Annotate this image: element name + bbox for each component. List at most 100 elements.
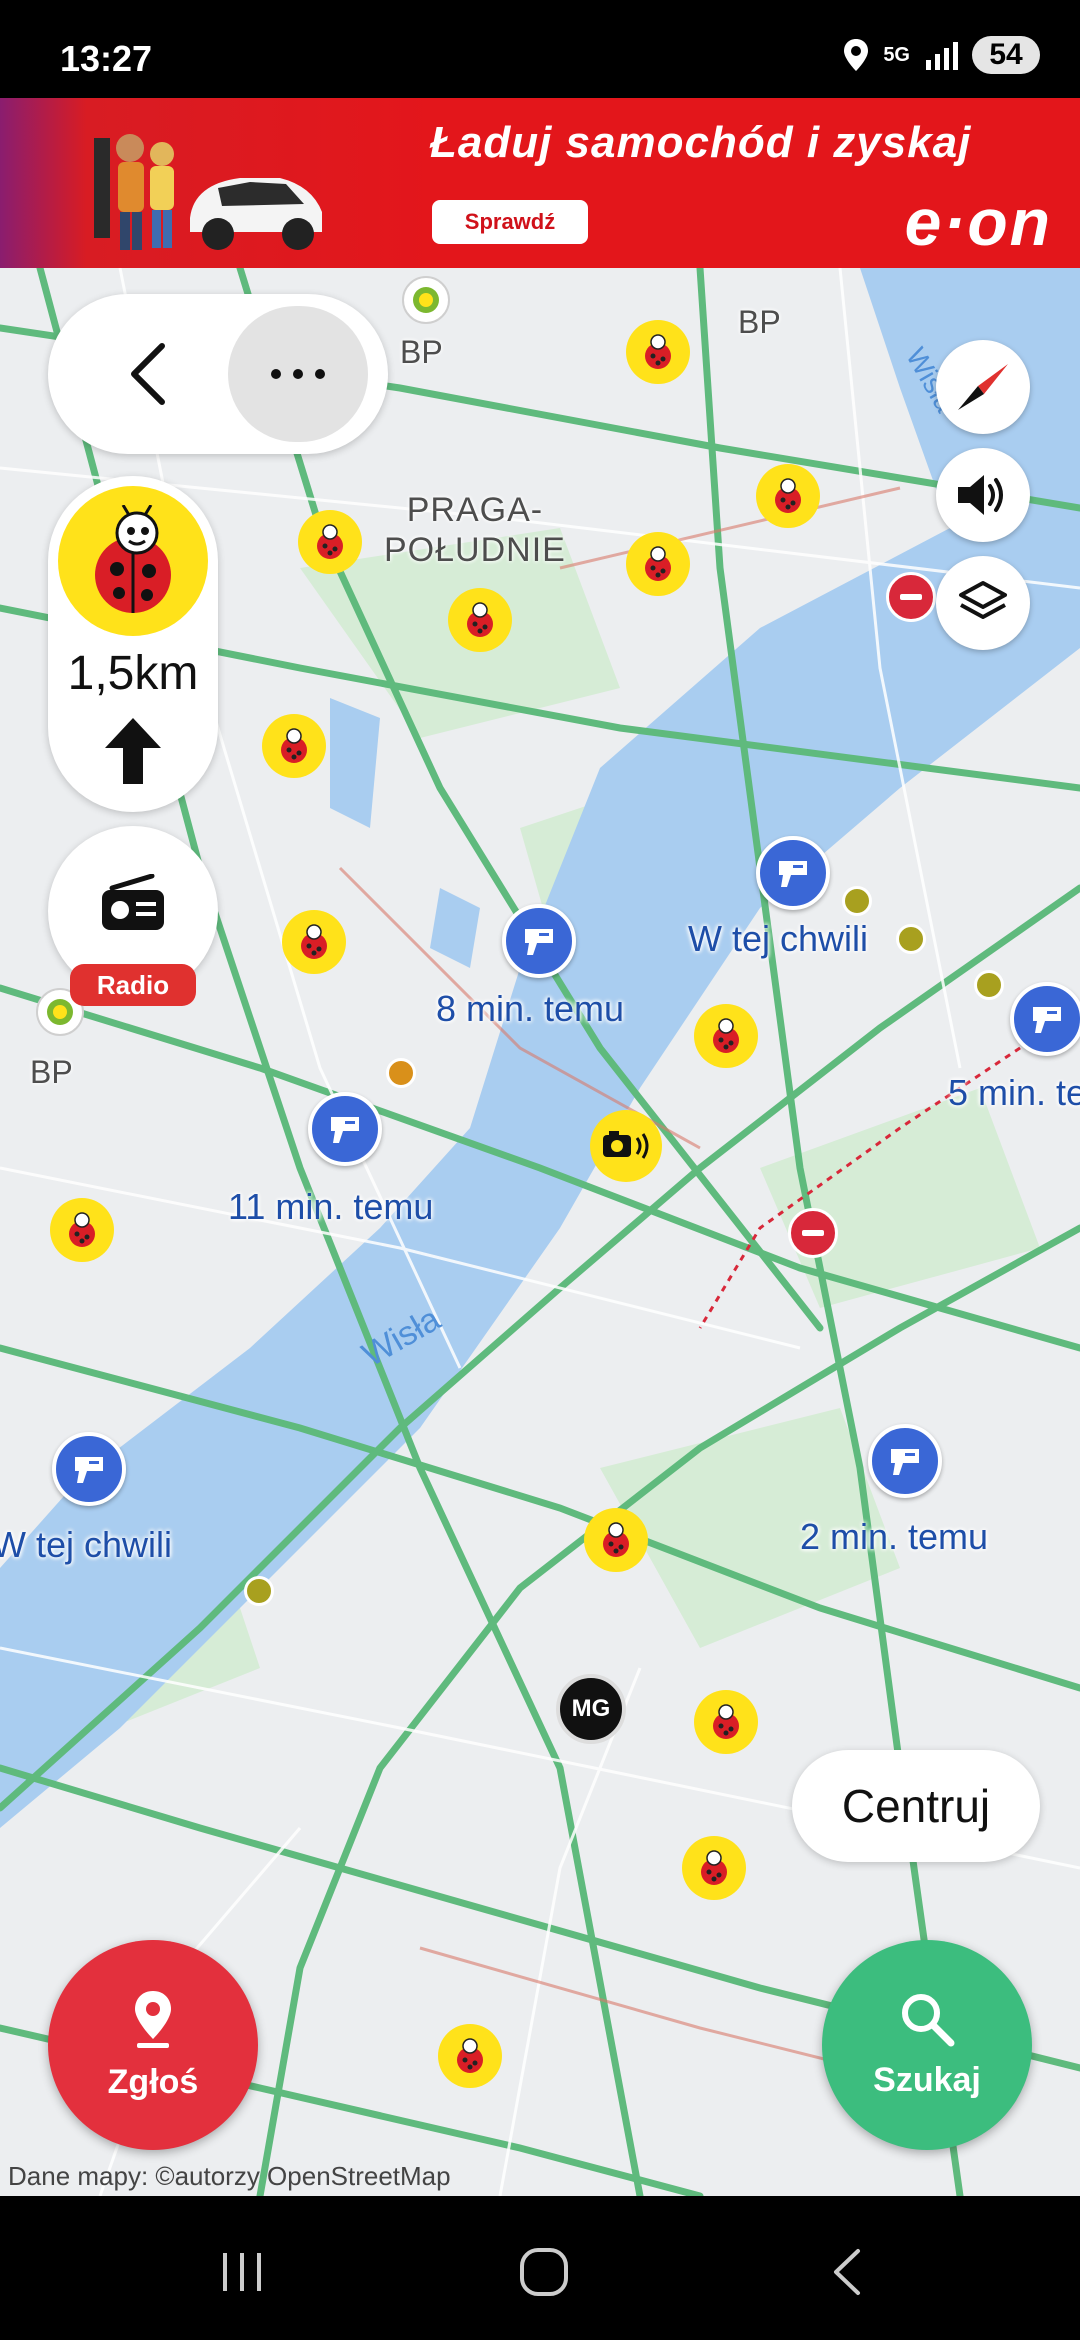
battery-level: 54 [972, 36, 1040, 74]
status-time: 13:27 [60, 38, 153, 79]
police-report-marker[interactable] [868, 1424, 942, 1498]
compass-button[interactable] [936, 340, 1030, 434]
more-options-button[interactable] [228, 306, 368, 442]
map-attribution[interactable]: Dane mapy: ©autorzy OpenStreetMap [8, 2161, 451, 2192]
speed-gun-icon [331, 1117, 359, 1143]
ladybug-marker[interactable] [282, 910, 346, 974]
ladybug-icon [58, 486, 208, 636]
system-nav-bar [0, 2196, 1080, 2340]
ladybug-marker[interactable] [694, 1690, 758, 1754]
center-map-button[interactable]: Centruj [792, 1750, 1040, 1862]
back-button[interactable] [108, 334, 188, 414]
bp-label: BP [400, 334, 443, 370]
district-label: PRAGA- POŁUDNIE [384, 490, 566, 570]
ladybug-marker[interactable] [438, 2024, 502, 2088]
sound-button[interactable] [936, 448, 1030, 542]
map-pin-icon [135, 1990, 171, 2048]
ladybug-icon [713, 1018, 739, 1053]
layers-icon [959, 581, 1007, 619]
police-report-marker[interactable] [756, 836, 830, 910]
traffic-dot [974, 970, 1004, 1000]
police-report-marker[interactable] [1010, 982, 1080, 1056]
ladybug-marker[interactable] [626, 320, 690, 384]
ladybug-icon [457, 2038, 483, 2073]
speed-gun-icon [891, 1449, 919, 1475]
police-report-marker[interactable] [308, 1092, 382, 1166]
ad-car-illustration [94, 134, 322, 250]
search-button-label: Szukaj [873, 2060, 981, 2099]
status-icons: 5G 54 [843, 36, 1040, 74]
police-report-marker[interactable] [502, 904, 576, 978]
report-time-label: 8 min. temu [436, 988, 625, 1029]
ladybug-icon [701, 1850, 727, 1885]
traffic-dot [386, 1058, 416, 1088]
compass-icon [958, 364, 1008, 410]
recent-apps-button[interactable] [202, 2232, 282, 2312]
ladybug-icon [603, 1522, 629, 1557]
network-type: 5G [883, 44, 910, 66]
ladybug-marker[interactable] [584, 1508, 648, 1572]
ladybug-marker[interactable] [756, 464, 820, 528]
radio-button[interactable]: Radio [48, 826, 218, 1006]
bp-station-pin[interactable] [402, 276, 450, 324]
radio-label: Radio [70, 964, 196, 1006]
vehicle-position-marker: MG [556, 1674, 626, 1744]
ladybug-marker[interactable] [50, 1198, 114, 1262]
ladybug-icon [467, 602, 493, 637]
camera-icon [603, 1131, 649, 1159]
report-time-label: W tej chwili [688, 918, 869, 959]
ladybug-marker[interactable] [694, 1004, 758, 1068]
speed-gun-icon [525, 929, 553, 955]
volume-icon [958, 475, 1003, 515]
ladybug-icon [645, 334, 671, 369]
ad-banner[interactable]: Ładuj samochód i zyskaj Sprawdź e·on [0, 98, 1080, 268]
traffic-dot [896, 924, 926, 954]
ladybug-icon [713, 1704, 739, 1739]
speed-gun-icon [75, 1457, 103, 1483]
ad-headline: Ładuj samochód i zyskaj [430, 118, 972, 167]
location-icon [844, 39, 869, 71]
ladybug-icon [69, 1212, 95, 1247]
report-button[interactable]: Zgłoś [48, 1940, 258, 2150]
ladybug-icon [301, 924, 327, 959]
district-label-line-1: PRAGA- [406, 491, 544, 529]
ladybug-icon [645, 546, 671, 581]
report-time-label: 5 min. temu [948, 1072, 1080, 1113]
ladybug-marker[interactable] [448, 588, 512, 652]
home-icon [520, 2248, 568, 2296]
report-button-label: Zgłoś [107, 2062, 199, 2101]
radio-icon [102, 874, 164, 930]
bp-label: BP [30, 1054, 73, 1090]
ladybug-marker[interactable] [262, 714, 326, 778]
ad-cta-button[interactable]: Sprawdź [432, 200, 588, 244]
report-time-label: 11 min. temu [228, 1186, 434, 1227]
upcoming-alert-card[interactable]: 1,5km [48, 476, 218, 812]
system-back-button[interactable] [808, 2232, 888, 2312]
chevron-left-icon [131, 343, 165, 405]
status-bar: 13:27 5G 54 [0, 0, 1080, 98]
top-nav-pill [48, 294, 388, 454]
search-button[interactable]: Szukaj [822, 1940, 1032, 2150]
speed-gun-icon [1033, 1007, 1061, 1033]
search-icon [902, 1993, 955, 2046]
road-closure-marker[interactable] [886, 572, 936, 622]
ladybug-marker[interactable] [682, 1836, 746, 1900]
district-label-line-2: POŁUDNIE [384, 531, 566, 569]
ladybug-marker[interactable] [626, 532, 690, 596]
ladybug-icon [775, 478, 801, 513]
police-report-marker[interactable] [52, 1432, 126, 1506]
ladybug-icon [317, 524, 343, 559]
recent-apps-icon [223, 2253, 261, 2291]
ladybug-icon [281, 728, 307, 763]
ad-brand-logo: e·on [904, 185, 1052, 259]
report-time-label: 2 min. temu [800, 1516, 989, 1557]
alert-distance: 1,5km [67, 647, 199, 700]
bp-label: BP [738, 304, 781, 340]
ladybug-marker[interactable] [298, 510, 362, 574]
home-button[interactable] [504, 2232, 584, 2312]
speed-camera-marker[interactable] [590, 1110, 662, 1182]
report-time-label: W tej chwili [0, 1524, 173, 1565]
road-closure-marker[interactable] [788, 1208, 838, 1258]
speed-gun-icon [779, 861, 807, 887]
layers-button[interactable] [936, 556, 1030, 650]
